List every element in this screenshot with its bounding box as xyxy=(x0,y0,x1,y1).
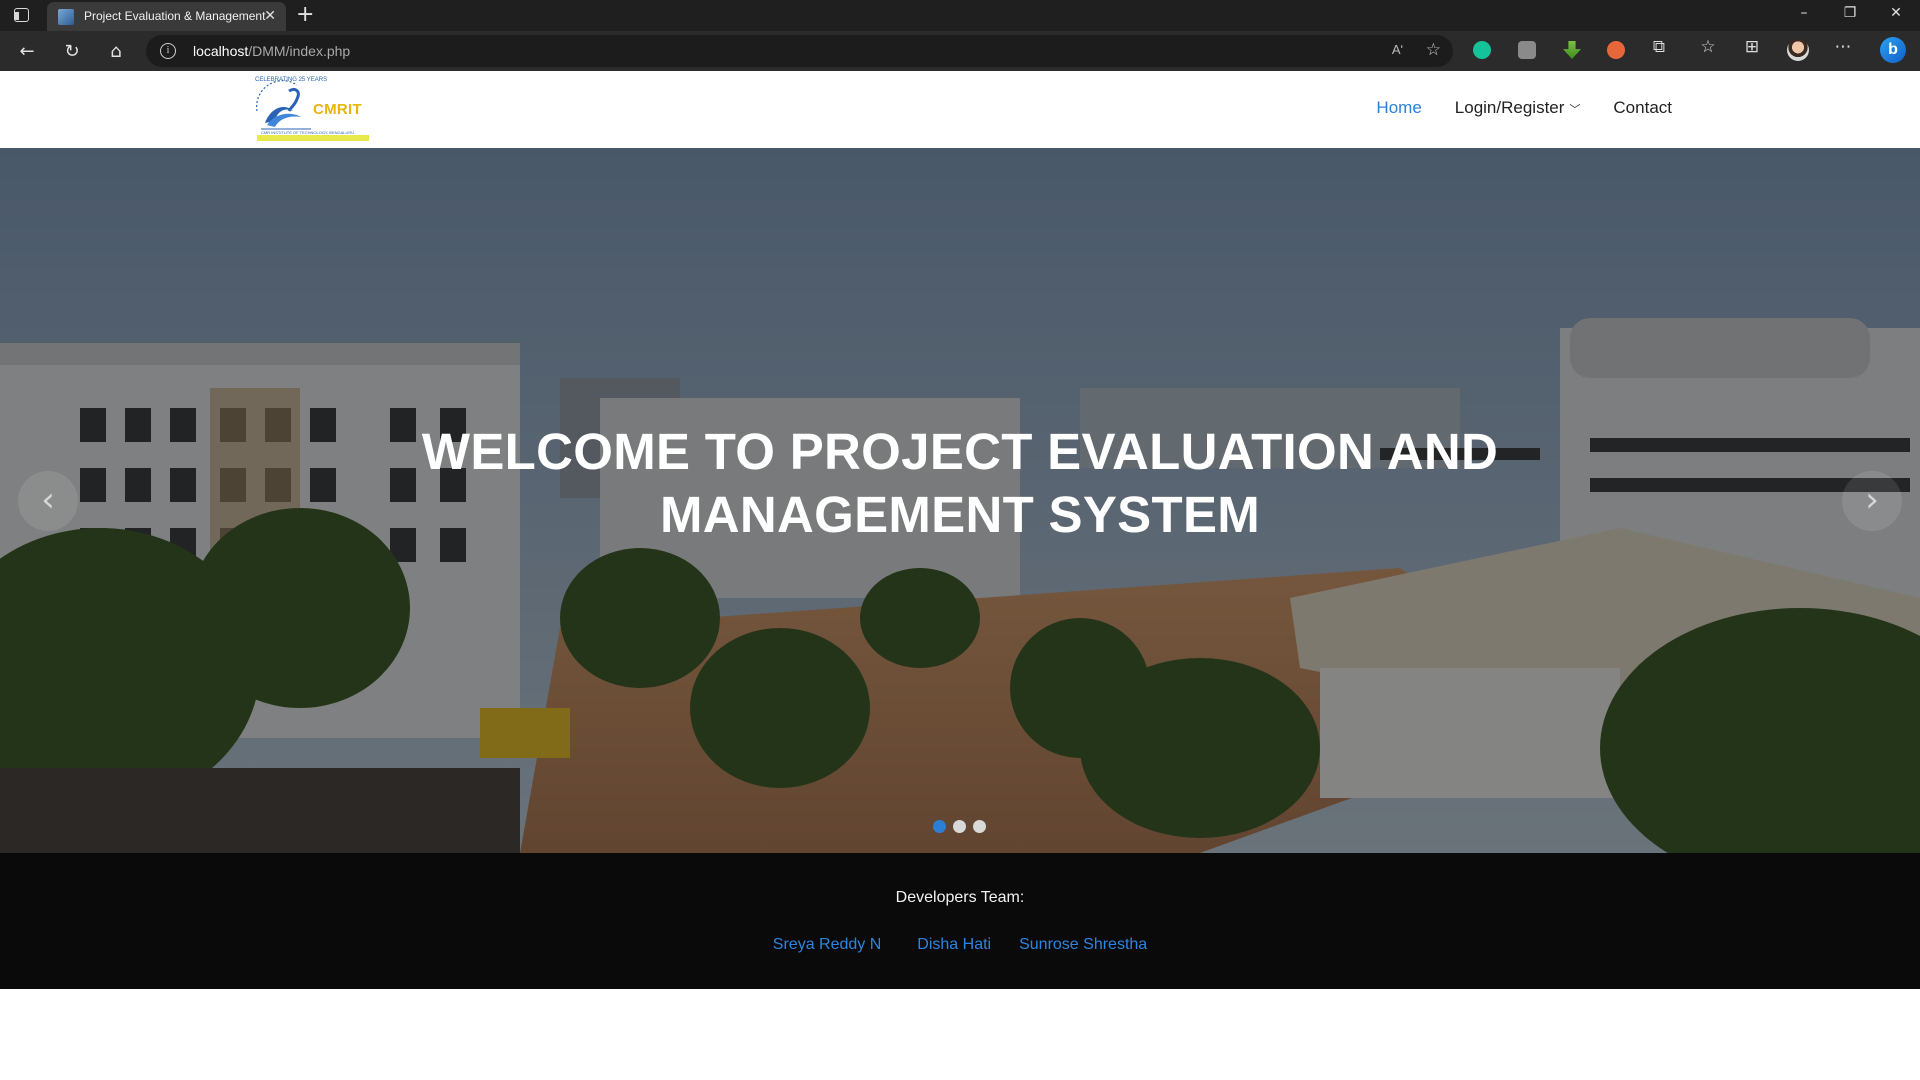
nav-home[interactable]: Home xyxy=(1376,98,1421,118)
new-tab-icon[interactable]: + xyxy=(296,3,314,27)
developers-heading: Developers Team: xyxy=(895,889,1025,906)
browser-toolbar: ← ↻ ⌂ i localhost/DMM/index.php Aʹ ☆ xyxy=(0,31,1920,71)
collections-icon[interactable]: ⊞ xyxy=(1741,37,1763,57)
chevron-down-icon: ﹀ xyxy=(1569,104,1581,116)
logo-arc-text: CELEBRATING 25 YEARS xyxy=(255,77,328,83)
carousel-prev-button[interactable]: ‹ xyxy=(18,471,78,531)
tab-actions-icon[interactable] xyxy=(14,8,29,22)
restore-icon[interactable]: ❐ xyxy=(1840,5,1860,21)
developer-link[interactable]: Sreya Reddy N xyxy=(773,936,882,954)
carousel-indicator-1[interactable] xyxy=(933,820,946,833)
developer-link[interactable]: Disha Hati xyxy=(917,936,991,954)
site-header: CMR INSTITUTE OF TECHNOLOGY, BENGALURU C… xyxy=(0,71,1920,148)
hero-carousel: WELCOME TO PROJECT EVALUATION AND MANAGE… xyxy=(0,148,1920,853)
browser-tab-strip: Project Evaluation & Management ✕ + – ❐ … xyxy=(0,0,1920,31)
hero-title: WELCOME TO PROJECT EVALUATION AND MANAGE… xyxy=(310,420,1610,546)
carousel-indicator-3[interactable] xyxy=(973,820,986,833)
refresh-icon[interactable]: ↻ xyxy=(61,41,83,63)
extensions-icon[interactable]: ⧉ xyxy=(1648,37,1670,57)
site-info-icon[interactable]: i xyxy=(160,43,176,59)
home-icon[interactable]: ⌂ xyxy=(105,41,127,63)
read-aloud-icon[interactable]: Aʹ xyxy=(1392,42,1403,57)
close-tab-icon[interactable]: ✕ xyxy=(264,8,276,24)
chevron-left-icon: ‹ xyxy=(41,480,55,520)
logo-text: CMRIT xyxy=(313,101,362,118)
carousel-indicator-2[interactable] xyxy=(953,820,966,833)
web-page: CMR INSTITUTE OF TECHNOLOGY, BENGALURU C… xyxy=(0,71,1920,1080)
url-host: localhost xyxy=(193,43,249,59)
extension-gray-icon[interactable] xyxy=(1518,41,1536,59)
grammarly-icon[interactable] xyxy=(1473,41,1491,59)
more-icon[interactable]: ⋯ xyxy=(1832,37,1854,57)
site-footer: Developers Team: Sreya Reddy N Disha Hat… xyxy=(0,853,1920,989)
address-bar[interactable]: i localhost/DMM/index.php Aʹ ☆ xyxy=(146,35,1453,67)
nav-login-register[interactable]: Login/Register ﹀ xyxy=(1455,98,1581,118)
chevron-right-icon: › xyxy=(1865,480,1879,520)
nav-login-register-label: Login/Register xyxy=(1454,98,1565,117)
extension-orange-icon[interactable] xyxy=(1607,41,1625,59)
favicon-icon xyxy=(58,9,74,25)
browser-tab-active[interactable]: Project Evaluation & Management ✕ xyxy=(47,2,286,31)
cmrit-logo[interactable]: CMR INSTITUTE OF TECHNOLOGY, BENGALURU C… xyxy=(245,77,375,143)
close-window-icon[interactable]: ✕ xyxy=(1886,5,1906,21)
logo-tagline-bar xyxy=(257,135,369,141)
minimize-icon[interactable]: – xyxy=(1794,5,1814,21)
url-path: /DMM/index.php xyxy=(248,43,351,59)
tab-title: Project Evaluation & Management xyxy=(84,9,266,23)
add-favorite-icon[interactable]: ☆ xyxy=(1426,40,1441,60)
nav-contact[interactable]: Contact xyxy=(1613,98,1672,118)
url-text[interactable]: localhost/DMM/index.php xyxy=(193,43,350,59)
hero-title-line-1: WELCOME TO PROJECT EVALUATION AND xyxy=(421,423,1499,480)
favorites-icon[interactable]: ☆ xyxy=(1697,37,1719,57)
back-icon[interactable]: ← xyxy=(16,41,38,63)
developers-list: Sreya Reddy N Disha Hati Sunrose Shresth… xyxy=(0,936,1920,954)
profile-avatar[interactable] xyxy=(1787,39,1809,61)
developer-link[interactable]: Sunrose Shrestha xyxy=(1019,936,1147,954)
hero-title-line-2: MANAGEMENT SYSTEM xyxy=(659,486,1261,543)
bing-icon[interactable]: b xyxy=(1880,37,1906,63)
main-nav: Home Login/Register ﹀ Contact xyxy=(1376,98,1672,118)
carousel-next-button[interactable]: › xyxy=(1842,471,1902,531)
carousel-indicators xyxy=(933,820,986,833)
